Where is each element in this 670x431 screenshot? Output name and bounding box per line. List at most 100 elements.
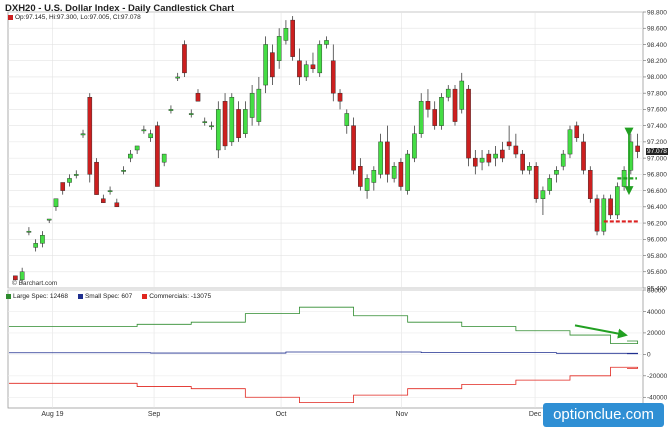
candle-up (560, 153, 566, 167)
candle-up (344, 113, 350, 126)
candle-up (303, 64, 309, 78)
candle-down (114, 202, 120, 208)
candle-up (209, 125, 214, 128)
candle-up (67, 178, 72, 183)
candle-down (594, 198, 600, 232)
candle-down (358, 166, 363, 187)
chart-title: DXH20 - U.S. Dollar Index - Daily Candle… (5, 3, 235, 14)
candle-down (351, 125, 356, 171)
candle-down (87, 97, 93, 175)
watermark-text: optionclue.com (553, 406, 654, 423)
cot-grid (7, 289, 644, 409)
cot-legend: Large Spec: 12468 Small Spec: 607 Commer… (6, 293, 211, 300)
price-tick-label: 97.600 (647, 107, 667, 114)
candle-down (472, 157, 478, 167)
cot-tick-label: 20000 (647, 330, 665, 337)
candle-down (337, 92, 343, 102)
legend-small-spec: Small Spec: 607 (84, 293, 133, 300)
price-tick-label: 96.200 (647, 220, 667, 227)
cot-tick-label: -20000 (647, 373, 668, 380)
candle-down (290, 19, 295, 57)
candle-up (418, 101, 424, 134)
candle-up (19, 271, 25, 281)
price-tick-label: 98.600 (647, 26, 667, 33)
candle-up (33, 243, 38, 248)
candle-up (73, 174, 79, 176)
candle-up (283, 28, 289, 41)
price-tick-label: 98.400 (647, 42, 667, 49)
price-frame (7, 11, 644, 289)
candle-down (574, 125, 580, 139)
price-tick-label: 98.800 (647, 9, 667, 16)
candle-up (215, 109, 221, 151)
candle-up (175, 76, 181, 79)
price-tick-label: 96.600 (647, 188, 667, 195)
price-tick-label: 96.000 (647, 237, 667, 244)
candle-up (229, 97, 235, 143)
candle-up (527, 166, 532, 171)
candle-down (581, 141, 586, 171)
candle-down (452, 88, 458, 122)
cot-line-large-spec (9, 306, 639, 345)
legend-swatch-small-spec (77, 294, 83, 299)
x-tick-label: Dec (529, 411, 542, 418)
x-tick-label: Aug 19 (41, 411, 63, 418)
ohlc-swatch (8, 15, 13, 20)
price-grid (7, 11, 644, 289)
price-tick-label: 97.000 (647, 155, 667, 162)
chart-canvas: 95.40095.60095.80096.00096.20096.40096.6… (7, 9, 668, 418)
candle-up (479, 157, 485, 163)
candle-up (141, 129, 147, 132)
x-axis-ticks: Aug 19 Sep Oct Nov Dec (41, 411, 541, 418)
candle-up (371, 170, 377, 183)
candle-down (533, 166, 539, 199)
price-tick-label: 96.400 (647, 204, 667, 211)
candle-down (432, 109, 438, 126)
price-tick-label: 95.800 (647, 253, 667, 260)
candle-down (398, 161, 404, 187)
candle-down (635, 145, 640, 152)
candle-up (459, 80, 465, 110)
candle-up (40, 235, 45, 244)
candle-up (364, 178, 370, 191)
candle-up (439, 97, 444, 126)
x-tick-label: Sep (148, 411, 161, 418)
candle-up (46, 218, 52, 221)
candle-down (587, 170, 593, 199)
cot-lines (9, 306, 639, 404)
candle-up (378, 141, 383, 175)
legend-large-spec: Large Spec: 12468 (13, 293, 68, 300)
candle-up (134, 145, 140, 151)
ohlc-label: Op:97.145, Hi:97.300, Lo:97.005, Cl:97.0… (15, 14, 141, 21)
price-tick-label: 97.800 (647, 90, 667, 97)
ohlc-legend: Op:97.145, Hi:97.300, Lo:97.005, Cl:97.0… (8, 14, 141, 21)
candle-down (182, 44, 187, 74)
cot-tick-label: 40000 (647, 309, 665, 316)
candle-down (466, 88, 471, 159)
x-tick-label: Oct (276, 411, 287, 418)
candle-up (391, 166, 397, 179)
candle-up (80, 133, 86, 136)
legend-commercials: Commercials: -13075 (149, 293, 212, 300)
x-tick-label: Nov (395, 411, 408, 418)
candle-down (155, 125, 160, 187)
candle-down (608, 198, 613, 216)
candle-down (195, 92, 201, 102)
candle-up (445, 88, 451, 98)
cot-tick-label: 0 (647, 352, 651, 359)
candle-down (236, 109, 241, 139)
candle-up (53, 198, 59, 208)
candle-up (276, 36, 282, 61)
candle-down (385, 141, 390, 175)
last-price-tag: 97.078 (646, 148, 668, 155)
candle-up (601, 198, 607, 232)
candle-down (486, 153, 492, 163)
candle-up (128, 153, 133, 159)
price-tick-label: 97.200 (647, 139, 667, 146)
candle-down (513, 145, 519, 155)
candle-up (249, 92, 255, 118)
price-tick-label: 96.800 (647, 172, 667, 179)
candle-down (297, 60, 302, 78)
candle-up (243, 109, 248, 134)
candle-down (101, 198, 106, 203)
